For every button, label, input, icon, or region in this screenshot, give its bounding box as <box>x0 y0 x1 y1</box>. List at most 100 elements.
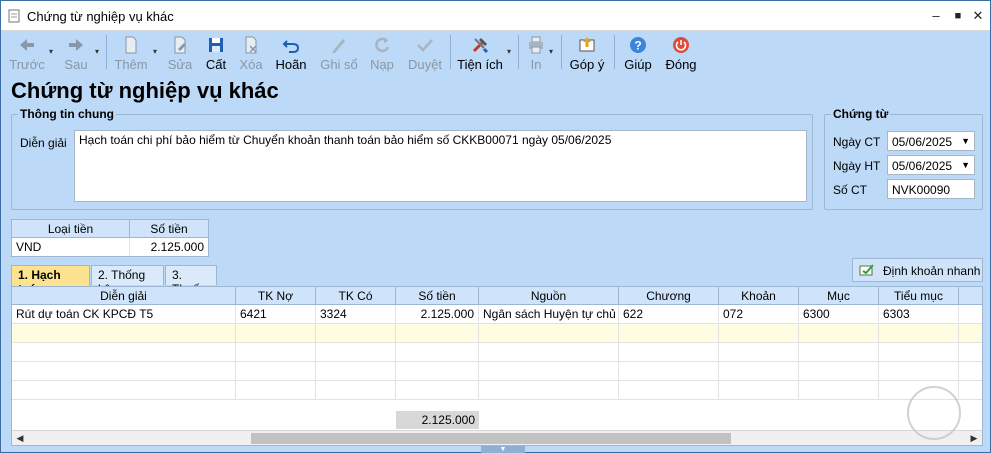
scroll-left-icon[interactable]: ◀ <box>13 432 27 445</box>
save-button[interactable]: Cất <box>201 33 231 72</box>
currency-type-cell[interactable]: VND <box>12 238 130 256</box>
voucher-number-field[interactable]: NVK00090 <box>887 179 975 199</box>
approve-button[interactable]: Duyệt <box>406 33 444 72</box>
tab-statistics[interactable]: 2. Thống kê <box>91 265 164 296</box>
cell-item[interactable]: 072 <box>719 305 799 324</box>
voucher-date-label: Ngày CT <box>833 135 881 149</box>
posting-date-picker[interactable]: 05/06/2025 ▼ <box>887 155 975 175</box>
empty-cell[interactable] <box>619 324 719 343</box>
scroll-right-icon[interactable]: ▶ <box>967 432 981 445</box>
empty-cell <box>396 343 479 362</box>
print-dropdown-icon[interactable]: ▾ <box>549 47 553 56</box>
chevron-down-icon[interactable]: ▼ <box>961 136 970 146</box>
empty-cell[interactable] <box>719 324 799 343</box>
feedback-icon <box>579 37 595 52</box>
col-header-debit-account[interactable]: TK Nợ <box>236 287 316 305</box>
col-header-section[interactable]: Mục <box>799 287 879 305</box>
empty-cell[interactable] <box>12 324 236 343</box>
utilities-button[interactable]: Tiện ích <box>457 33 503 72</box>
expand-handle[interactable]: ▼ <box>481 446 525 453</box>
empty-cell[interactable] <box>396 324 479 343</box>
help-button[interactable]: ? Giúp <box>621 33 655 72</box>
col-header-credit-account[interactable]: TK Có <box>316 287 396 305</box>
feedback-button[interactable]: Góp ý <box>567 33 607 72</box>
currency-table-header: Loại tiền Số tiền <box>12 220 208 238</box>
reload-button[interactable]: Nạp <box>367 33 397 72</box>
minimize-button[interactable]: ‒ <box>927 7 945 25</box>
empty-cell <box>479 362 619 381</box>
table-row[interactable]: Rút dự toán CK KPCĐ T5 6421 3324 2.125.0… <box>12 305 982 324</box>
currency-row[interactable]: VND 2.125.000 <box>12 238 208 256</box>
empty-cell[interactable] <box>799 324 879 343</box>
cell-source[interactable]: Ngân sách Huyện tự chủ <box>479 305 619 324</box>
maximize-button[interactable]: ■ <box>949 7 967 25</box>
empty-cell <box>619 362 719 381</box>
tab-tax[interactable]: 3. Thuế <box>165 265 217 296</box>
print-button[interactable]: In <box>523 33 549 72</box>
col-header-filler <box>959 287 982 305</box>
empty-cell <box>316 381 396 400</box>
cell-debit-account[interactable]: 6421 <box>236 305 316 324</box>
add-button[interactable]: Thêm <box>113 33 149 72</box>
prev-button[interactable]: Trước <box>7 33 47 72</box>
delete-button[interactable]: Xóa <box>236 33 266 72</box>
empty-cell <box>396 362 479 381</box>
col-header-source[interactable]: Nguồn <box>479 287 619 305</box>
currency-amount-cell[interactable]: 2.125.000 <box>130 238 208 256</box>
empty-cell <box>479 381 619 400</box>
tab-accounting[interactable]: 1. Hạch toán <box>11 265 90 296</box>
next-button[interactable]: Sau <box>59 33 93 72</box>
empty-cell <box>236 343 316 362</box>
prev-dropdown-icon[interactable]: ▾ <box>49 47 53 56</box>
empty-cell <box>799 343 879 362</box>
utilities-dropdown-icon[interactable]: ▾ <box>507 47 511 56</box>
empty-cell <box>316 362 396 381</box>
window-title: Chứng từ nghiệp vụ khác <box>27 9 174 24</box>
empty-cell[interactable] <box>236 324 316 343</box>
edit-button[interactable]: Sửa <box>165 33 195 72</box>
add-dropdown-icon[interactable]: ▾ <box>153 47 157 56</box>
cell-subsection[interactable]: 6303 <box>879 305 959 324</box>
quick-entry-button[interactable]: Định khoản nhanh <box>852 258 983 282</box>
col-header-chapter[interactable]: Chương <box>619 287 719 305</box>
accounting-grid: Diễn giải TK Nợ TK Có Số tiền Nguồn Chươ… <box>11 286 983 446</box>
new-document-icon <box>125 36 137 54</box>
table-row-empty <box>12 381 982 400</box>
undo-button[interactable]: Hoãn <box>273 33 309 72</box>
empty-cell[interactable] <box>479 324 619 343</box>
scrollbar-thumb[interactable] <box>251 433 731 444</box>
col-header-subsection[interactable]: Tiểu mục <box>879 287 959 305</box>
cell-section[interactable]: 6300 <box>799 305 879 324</box>
table-row-new[interactable] <box>12 324 982 343</box>
empty-cell <box>799 381 879 400</box>
grid-header: Diễn giải TK Nợ TK Có Số tiền Nguồn Chươ… <box>12 287 982 305</box>
title-bar: Chứng từ nghiệp vụ khác ‒ ■ ✕ <box>1 1 990 31</box>
toolbar-separator <box>561 35 562 69</box>
general-info-group: Thông tin chung Diễn giải Hạch toán chi … <box>11 107 813 210</box>
col-header-amount[interactable]: Số tiền <box>396 287 479 305</box>
cell-description[interactable]: Rút dự toán CK KPCĐ T5 <box>12 305 236 324</box>
close-window-button[interactable]: ✕ <box>969 7 987 25</box>
empty-cell[interactable] <box>316 324 396 343</box>
col-header-description[interactable]: Diễn giải <box>12 287 236 305</box>
description-textarea[interactable]: Hạch toán chi phí bảo hiểm từ Chuyển kho… <box>74 130 807 202</box>
delete-document-icon <box>245 36 257 54</box>
voucher-date-picker[interactable]: 05/06/2025 ▼ <box>887 131 975 151</box>
empty-cell <box>479 343 619 362</box>
empty-cell[interactable] <box>879 324 959 343</box>
cell-credit-account[interactable]: 3324 <box>316 305 396 324</box>
empty-cell <box>619 381 719 400</box>
voucher-number-label: Số CT <box>833 183 868 197</box>
toolbar: Trước ▾ Sau ▾ Thêm ▾ Sửa Cất Xóa Hoãn Gh… <box>1 31 990 73</box>
chevron-down-icon[interactable]: ▼ <box>961 160 970 170</box>
col-header-item[interactable]: Khoản <box>719 287 799 305</box>
cell-amount[interactable]: 2.125.000 <box>396 305 479 324</box>
quick-entry-icon <box>859 264 874 276</box>
horizontal-scrollbar[interactable]: ◀ ▶ <box>12 430 982 445</box>
cell-chapter[interactable]: 622 <box>619 305 719 324</box>
next-dropdown-icon[interactable]: ▾ <box>95 47 99 56</box>
empty-cell <box>396 381 479 400</box>
empty-cell <box>879 362 959 381</box>
post-button[interactable]: Ghi sổ <box>319 33 359 72</box>
close-button[interactable]: Đóng <box>663 33 699 72</box>
